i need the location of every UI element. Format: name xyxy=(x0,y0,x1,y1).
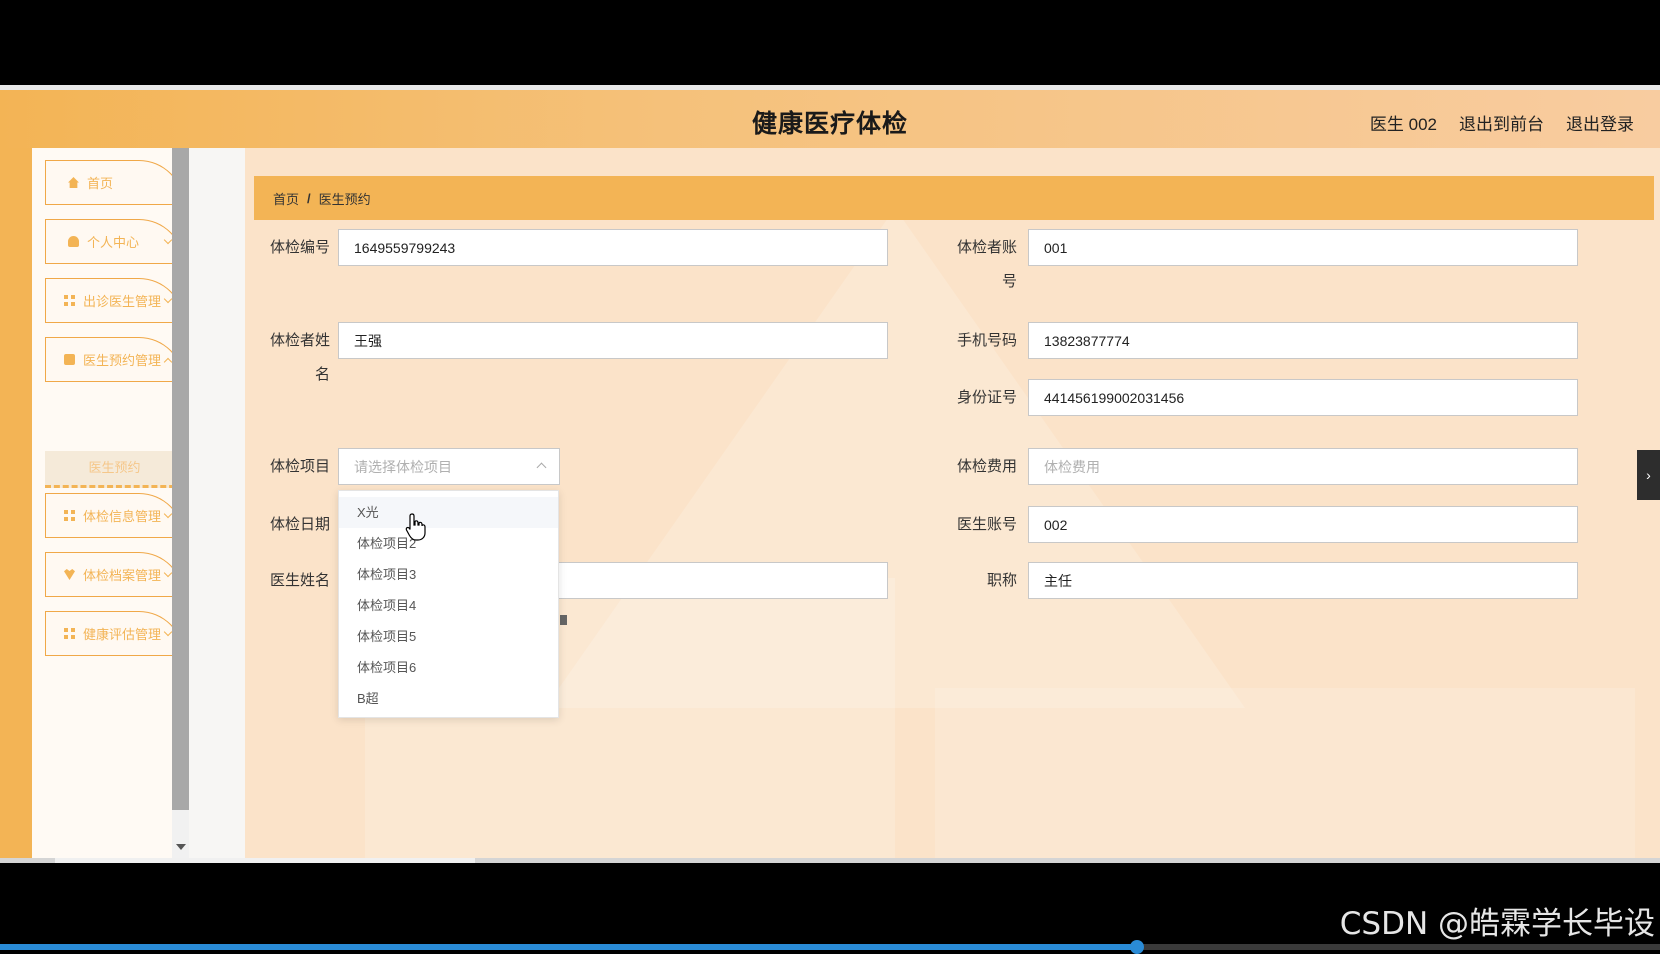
dropdown-option[interactable]: 体检项目5 xyxy=(339,621,558,652)
exam-fee-input[interactable]: 体检费用 xyxy=(1028,448,1578,485)
app-window: 健康医疗体检 医生 002 退出到前台 退出登录 首页 个人中心 出诊医生管理 … xyxy=(0,90,1660,858)
sidebar-item-label: 医生预约管理 xyxy=(83,353,162,368)
phone-label: 手机号码 xyxy=(956,332,1017,349)
label-line: 名 xyxy=(314,366,330,383)
mini-scroll-marker xyxy=(560,615,567,625)
chevron-down-icon xyxy=(163,294,173,304)
sidebar-item-appointment-management[interactable]: 医生预约管理 xyxy=(45,337,184,382)
sidebar-gap xyxy=(189,148,245,858)
breadcrumb-current: 医生预约 xyxy=(318,191,371,207)
heart-icon xyxy=(64,569,75,580)
doctor-account-input[interactable]: 002 xyxy=(1028,506,1578,543)
current-user: 医生 002 xyxy=(1369,115,1437,134)
sidebar-item-personal-center[interactable]: 个人中心 xyxy=(45,219,184,264)
sidebar-subitem-doctor-appointment[interactable]: 医生预约 xyxy=(45,451,184,488)
id-card-input[interactable]: 441456199002031456 xyxy=(1028,379,1578,416)
phone-input[interactable]: 13823877774 xyxy=(1028,322,1578,359)
user-icon xyxy=(68,236,79,247)
header: 健康医疗体检 医生 002 退出到前台 退出登录 xyxy=(0,90,1660,148)
sidebar: 首页 个人中心 出诊医生管理 医生预约管理 医生预约 体检信息管理 体检档案管理 xyxy=(32,148,184,858)
scrollbar-thumb[interactable] xyxy=(55,858,475,863)
back-to-front-link[interactable]: 退出到前台 xyxy=(1459,110,1544,135)
select-placeholder: 请选择体检项目 xyxy=(354,458,452,475)
label-line: 体检者姓 xyxy=(269,332,330,349)
sidebar-accent-stripe xyxy=(0,148,32,858)
sidebar-item-label: 体检信息管理 xyxy=(83,509,162,524)
exam-no-input[interactable]: 1649559799243 xyxy=(338,229,888,266)
page-horizontal-scrollbar[interactable] xyxy=(0,858,1660,863)
sidebar-item-label: 体检档案管理 xyxy=(83,568,162,583)
grid-icon xyxy=(64,628,75,639)
video-progress-bar[interactable] xyxy=(0,940,1660,954)
dropdown-option[interactable]: 体检项目2 xyxy=(339,528,558,559)
exam-item-label: 体检项目 xyxy=(269,458,330,475)
background-decoration xyxy=(935,688,1635,858)
exam-no-label: 体检编号 xyxy=(269,239,330,256)
breadcrumb: 首页 / 医生预约 xyxy=(254,176,1654,220)
sidebar-item-home[interactable]: 首页 xyxy=(45,160,184,205)
home-icon xyxy=(68,177,79,188)
examinee-account-label: 体检者账 号 xyxy=(905,238,1017,292)
chevron-down-icon xyxy=(163,627,173,637)
chevron-up-icon xyxy=(536,462,547,473)
header-nav: 医生 002 退出到前台 退出登录 xyxy=(1370,110,1634,135)
label-line: 体检者账 xyxy=(956,239,1017,256)
sidebar-item-label: 出诊医生管理 xyxy=(83,294,162,309)
sidebar-item-label: 首页 xyxy=(87,176,114,191)
sidebar-item-doctor-management[interactable]: 出诊医生管理 xyxy=(45,278,184,323)
label-line: 号 xyxy=(1001,273,1017,290)
exam-item-dropdown: X光 体检项目2 体检项目3 体检项目4 体检项目5 体检项目6 B超 xyxy=(338,490,559,718)
dropdown-option[interactable]: X光 xyxy=(339,497,558,528)
dropdown-option[interactable]: B超 xyxy=(339,683,558,714)
dropdown-option[interactable]: 体检项目4 xyxy=(339,590,558,621)
chevron-down-icon xyxy=(163,235,173,245)
scroll-down-arrow-icon[interactable] xyxy=(176,844,186,850)
exam-date-label: 体检日期 xyxy=(269,516,330,533)
dropdown-option[interactable]: 体检项目3 xyxy=(339,559,558,590)
breadcrumb-home[interactable]: 首页 xyxy=(273,189,299,208)
breadcrumb-separator: / xyxy=(307,190,311,206)
main-content: 首页 / 医生预约 体检编号 1649559799243 体检者姓 名 王强 体… xyxy=(245,148,1660,858)
sidebar-scrollbar[interactable] xyxy=(172,148,189,858)
watermark: CSDN @皓霖学长毕设 xyxy=(1339,906,1655,942)
sidebar-item-label: 健康评估管理 xyxy=(83,627,162,642)
progress-fill xyxy=(0,944,1137,950)
chevron-up-icon xyxy=(163,357,173,367)
video-top-bar xyxy=(0,0,1660,86)
doctor-name-label: 医生姓名 xyxy=(269,572,330,589)
sidebar-item-exam-info[interactable]: 体检信息管理 xyxy=(45,493,184,538)
doctor-account-label: 医生账号 xyxy=(956,516,1017,533)
examinee-name-input[interactable]: 王强 xyxy=(338,322,888,359)
title-input[interactable]: 主任 xyxy=(1028,562,1578,599)
title-label: 职称 xyxy=(986,572,1017,589)
sidebar-item-health-assessment[interactable]: 健康评估管理 xyxy=(45,611,184,656)
chevron-down-icon xyxy=(163,568,173,578)
expand-panel-button[interactable]: › xyxy=(1637,450,1660,500)
logout-link[interactable]: 退出登录 xyxy=(1566,110,1634,135)
scrollbar-thumb[interactable] xyxy=(172,148,189,810)
bag-icon xyxy=(64,354,75,365)
id-card-label: 身份证号 xyxy=(956,389,1017,406)
exam-item-select[interactable]: 请选择体检项目 xyxy=(338,448,560,485)
examinee-name-label: 体检者姓 名 xyxy=(255,331,330,385)
chevron-down-icon xyxy=(163,509,173,519)
progress-knob[interactable] xyxy=(1130,940,1144,954)
grid-icon xyxy=(64,295,75,306)
dropdown-option[interactable]: 体检项目6 xyxy=(339,652,558,683)
exam-fee-label: 体检费用 xyxy=(956,458,1017,475)
sidebar-item-label: 个人中心 xyxy=(87,235,140,250)
examinee-account-input[interactable]: 001 xyxy=(1028,229,1578,266)
sidebar-item-exam-records[interactable]: 体检档案管理 xyxy=(45,552,184,597)
grid-icon xyxy=(64,510,75,521)
hand-cursor-icon xyxy=(405,513,426,541)
